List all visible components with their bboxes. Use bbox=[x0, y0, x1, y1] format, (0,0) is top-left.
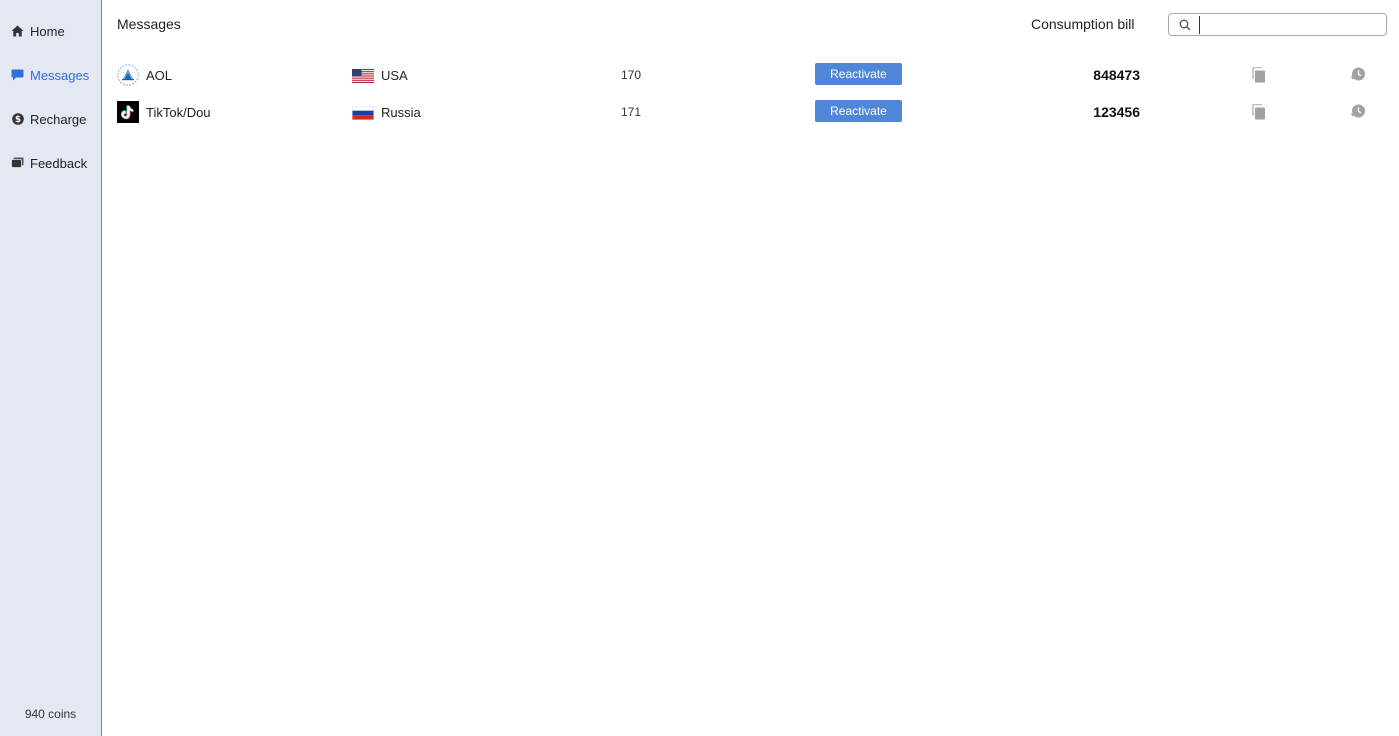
russia-flag-icon bbox=[352, 106, 374, 120]
sidebar-item-label: Feedback bbox=[30, 155, 88, 171]
sidebar-item-feedback[interactable]: Feedback bbox=[0, 149, 101, 177]
search-input[interactable] bbox=[1199, 15, 1380, 34]
country-name: Russia bbox=[381, 105, 421, 120]
home-icon bbox=[11, 25, 24, 38]
copy-icon[interactable] bbox=[1251, 103, 1266, 120]
message-count: 170 bbox=[621, 68, 642, 82]
search-box bbox=[1168, 13, 1387, 36]
verification-code: 123456 bbox=[1093, 104, 1140, 120]
usa-flag-icon bbox=[352, 69, 374, 83]
reactivate-button[interactable]: Reactivate bbox=[815, 100, 902, 122]
table-row: AOL USA 170 Reactivate 848473 bbox=[0, 62, 1399, 88]
tiktok-icon bbox=[117, 101, 139, 123]
app-window: Home Messages $ Recharge Feedback 940 co… bbox=[0, 0, 1399, 736]
service-name: TikTok/Dou bbox=[146, 105, 211, 120]
reactivate-button[interactable]: Reactivate bbox=[815, 63, 902, 85]
feedback-icon bbox=[11, 157, 24, 170]
message-count: 171 bbox=[621, 105, 642, 119]
coin-balance: 940 coins bbox=[24, 707, 77, 721]
copy-icon[interactable] bbox=[1251, 66, 1266, 83]
history-icon[interactable] bbox=[1350, 103, 1366, 119]
history-icon[interactable] bbox=[1350, 66, 1366, 82]
service-name: AOL bbox=[146, 68, 173, 83]
page-title: Messages bbox=[117, 16, 181, 32]
sidebar-item-home[interactable]: Home bbox=[0, 17, 101, 45]
search-icon bbox=[1179, 19, 1191, 31]
table-row: TikTok/Dou Russia 171 Reactivate 123456 bbox=[0, 99, 1399, 125]
consumption-bill-link[interactable]: Consumption bill bbox=[1031, 16, 1135, 32]
verification-code: 848473 bbox=[1093, 67, 1140, 83]
aol-icon bbox=[117, 64, 139, 86]
sidebar-item-label: Home bbox=[30, 23, 65, 39]
country-name: USA bbox=[381, 68, 408, 83]
